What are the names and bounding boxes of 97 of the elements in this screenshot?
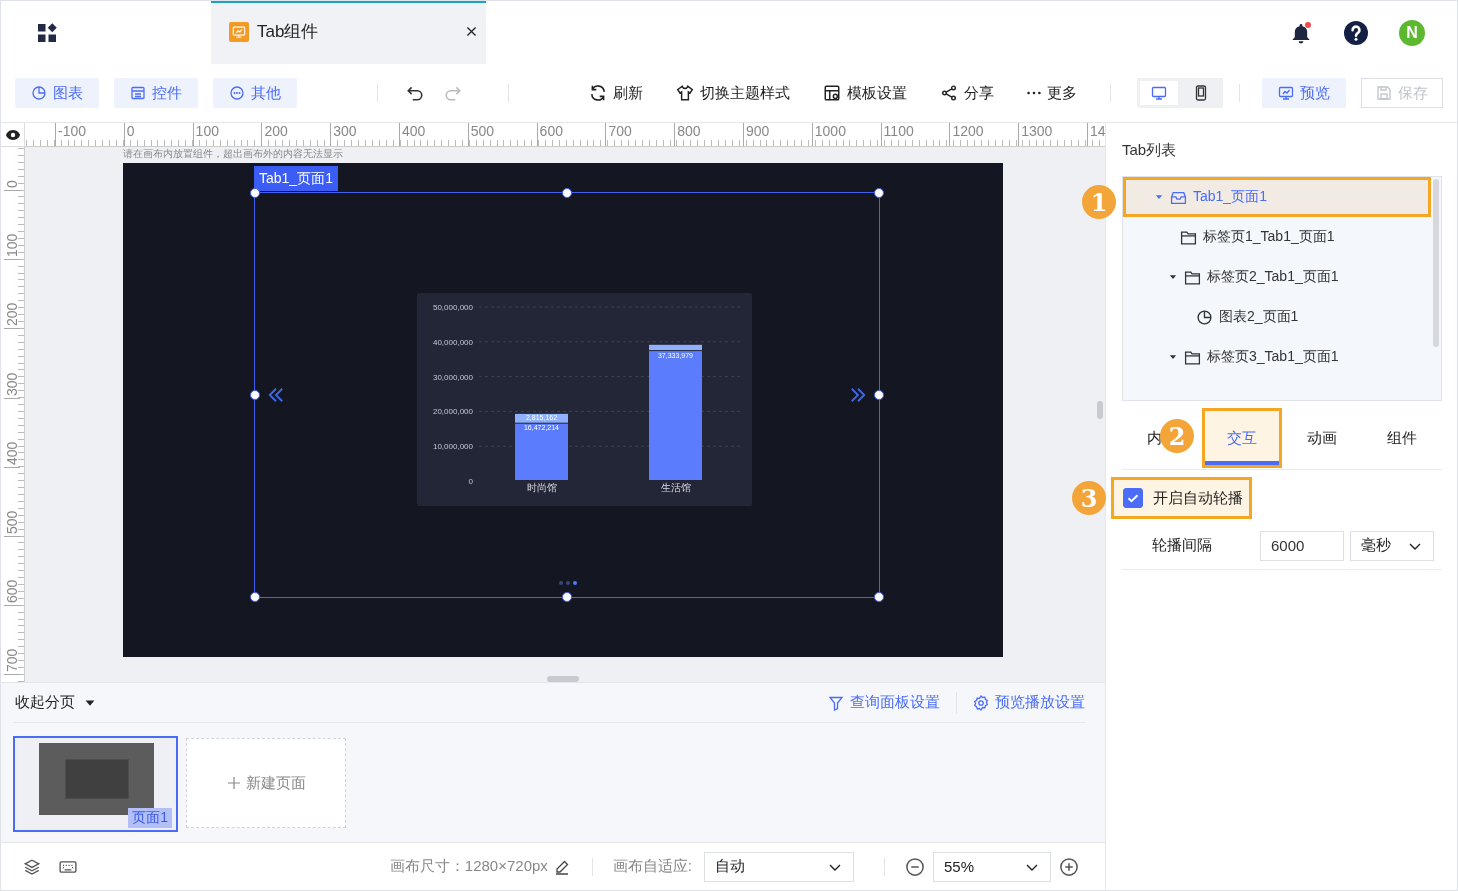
close-icon[interactable] (465, 25, 478, 38)
tree-item[interactable]: 标签页3_Tab1_页面1 (1123, 337, 1431, 377)
collapse-pages-button[interactable]: 收起分页 (15, 693, 97, 712)
toolbar-button[interactable]: 刷新 (589, 78, 643, 108)
callout-badge: 2 (1160, 419, 1194, 453)
dots-circle-icon (229, 85, 245, 101)
new-page-button[interactable]: 新建页面 (186, 738, 346, 828)
bar[interactable] (649, 344, 702, 351)
refresh-icon (589, 84, 607, 102)
axis-tick-label: 20,000,000 (432, 407, 473, 417)
plus-icon (226, 775, 242, 791)
category-button[interactable]: 控件 (114, 78, 198, 108)
form-icon (130, 85, 146, 101)
template-icon (823, 84, 841, 102)
resize-handle[interactable] (562, 592, 572, 602)
resize-handle[interactable] (874, 592, 884, 602)
tree-item[interactable]: 标签页1_Tab1_页面1 (1123, 217, 1431, 257)
desktop-view-button[interactable] (1140, 81, 1178, 105)
interval-label: 轮播间隔 (1152, 536, 1213, 555)
resize-handle[interactable] (874, 390, 884, 400)
selection-label: Tab1_页面1 (254, 166, 338, 191)
scrollbar-thumb[interactable] (1097, 401, 1103, 419)
redo-icon (444, 84, 462, 102)
double-chevron-left-icon[interactable] (266, 385, 286, 405)
axis-tick-label: 50,000,000 (432, 303, 473, 312)
settings-link[interactable]: 预览播放设置 (973, 693, 1085, 712)
axis-tick-label: 0 (468, 477, 473, 486)
share-icon (940, 84, 958, 102)
monitor-icon (1278, 85, 1294, 101)
toolbar-button[interactable]: 模板设置 (823, 78, 907, 108)
pie-chart-icon (1196, 308, 1213, 326)
ruler-label: 100 (4, 230, 20, 261)
settings-icon (973, 694, 989, 711)
chart-logo-icon (229, 21, 249, 42)
page-label: 页面1 (128, 808, 172, 828)
resize-handle[interactable] (250, 592, 260, 602)
zoom-out-icon[interactable] (905, 856, 925, 877)
apps-icon[interactable] (35, 20, 59, 45)
canvas-size-text: 画布尺寸：1280×720px (389, 857, 548, 876)
axis-tick-label: 10,000,000 (432, 442, 473, 452)
autoplay-checkbox[interactable]: 开启自动轮播 (1111, 477, 1252, 519)
ruler-label: 500 (4, 507, 20, 537)
toolbar-button[interactable]: 更多 (1027, 78, 1077, 108)
tree-item[interactable]: Tab1_页面1 (1123, 177, 1431, 217)
desktop-icon (1151, 85, 1167, 101)
resize-handle[interactable] (874, 188, 884, 198)
unit-select[interactable]: 毫秒 (1350, 530, 1434, 561)
category-label: 时尚馆 (526, 482, 557, 493)
property-tab[interactable]: 交互 (1202, 408, 1282, 468)
pagination-dots[interactable] (557, 579, 579, 587)
more-icon (1027, 91, 1041, 95)
editor-tab[interactable]: Tab组件 (211, 1, 486, 64)
layers-icon[interactable] (23, 857, 41, 876)
tree-item[interactable]: 图表2_页面1 (1123, 297, 1431, 337)
fit-label: 画布自适应: (612, 857, 692, 876)
resize-handle[interactable] (250, 188, 260, 198)
ruler-label: 400 (4, 437, 20, 468)
zoom-select[interactable]: 55% (933, 851, 1051, 882)
property-tab[interactable]: 组件 (1362, 408, 1442, 468)
help-icon[interactable] (1344, 20, 1368, 45)
category-label: 生活馆 (660, 482, 691, 493)
checkbox[interactable] (1123, 488, 1143, 508)
preview-button[interactable]: 预览 (1262, 78, 1346, 108)
resize-handle[interactable] (562, 188, 572, 198)
pie-chart-icon (31, 85, 47, 101)
panel-title: Tab列表 (1122, 140, 1178, 160)
settings-link[interactable]: 查询面板设置 (828, 693, 940, 712)
ruler-label: 200 (4, 299, 20, 330)
resize-handle[interactable] (250, 390, 260, 400)
ruler-label: 700 (4, 645, 20, 676)
filter-icon (828, 694, 844, 711)
ruler-label: 0 (4, 161, 20, 191)
bar[interactable] (515, 413, 568, 423)
tree-item[interactable]: 标签页2_Tab1_页面1 (1123, 257, 1431, 297)
interval-input[interactable]: 6000 (1260, 530, 1344, 561)
axis-tick-label: 40,000,000 (432, 337, 473, 347)
toolbar-button[interactable]: 切换主题样式 (676, 78, 790, 108)
property-tab[interactable]: 动画 (1282, 408, 1362, 468)
callout-badge: 1 (1082, 185, 1116, 219)
zoom-in-icon[interactable] (1059, 856, 1079, 877)
category-button[interactable]: 其他 (213, 78, 297, 108)
scrollbar-thumb[interactable] (1433, 179, 1439, 347)
category-button[interactable]: 图表 (15, 78, 99, 108)
canvas-hint: 请在画布内放置组件，超出画布外的内容无法显示 (123, 148, 343, 159)
toolbar-button[interactable]: 分享 (940, 78, 994, 108)
undo-icon (406, 84, 424, 102)
ruler-label: 300 (4, 368, 20, 399)
axis-tick-label: 30,000,000 (432, 372, 473, 382)
mobile-icon (1193, 85, 1209, 101)
scrollbar-thumb[interactable] (547, 676, 579, 682)
tab-title: Tab组件 (257, 21, 320, 43)
notification-bell-icon[interactable] (1290, 21, 1312, 44)
fit-mode-select[interactable]: 自动 (704, 851, 854, 882)
edit-icon[interactable] (553, 858, 570, 875)
shirt-icon (676, 84, 694, 102)
double-chevron-right-icon[interactable] (848, 385, 868, 405)
ruler-label: 600 (4, 576, 20, 607)
